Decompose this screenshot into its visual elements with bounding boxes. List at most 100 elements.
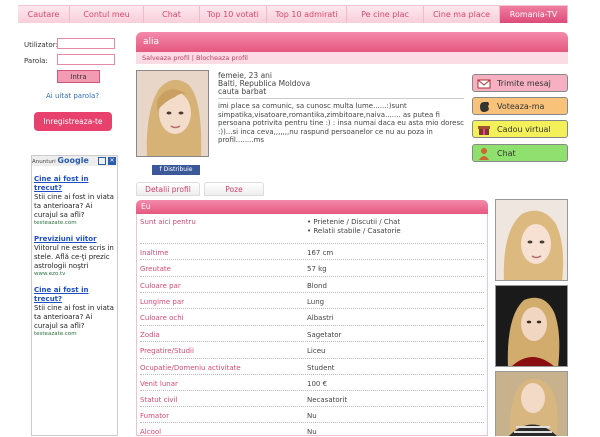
gallery-thumbnail[interactable]: [495, 371, 568, 436]
gallery-thumbnail[interactable]: [495, 285, 568, 367]
ad-title[interactable]: Cine ai fost in trecut?: [34, 175, 115, 193]
register-button[interactable]: Inregistreaza-te: [34, 112, 112, 131]
profile-description: imi place sa comunic, sa cunosc multa lu…: [218, 102, 464, 144]
detail-value: Student: [307, 364, 335, 372]
nav-tab[interactable]: Contul meu: [70, 6, 144, 23]
profile-tab[interactable]: Poze: [204, 182, 264, 196]
nav-tab[interactable]: Cautare: [18, 6, 70, 23]
detail-label: Alcool: [140, 428, 162, 436]
ad-item[interactable]: Cine ai fost in trecut? Stii cine ai fost…: [32, 175, 117, 226]
action-button-label: Voteaza-ma: [497, 102, 545, 111]
row-separator: [140, 422, 484, 423]
detail-value: Blond: [307, 282, 327, 290]
username-input[interactable]: [57, 38, 115, 49]
gallery-thumbnail[interactable]: [495, 199, 568, 281]
gallery-image: [496, 286, 567, 366]
profile-seeking: cauta barbat: [218, 87, 267, 96]
ads-close-icon[interactable]: ✕: [108, 157, 116, 165]
row-separator: [140, 243, 484, 244]
detail-label: Greutate: [140, 265, 171, 273]
detail-label: Venit lunar: [140, 380, 178, 388]
profile-actions[interactable]: Salveaza profil | Blocheaza profil: [136, 52, 568, 64]
row-separator: [140, 325, 484, 326]
divider: [218, 98, 464, 99]
detail-value: Necasatorit: [307, 396, 348, 404]
detail-value: • Prietenie / Discutii / Chat • Relatii …: [307, 218, 401, 235]
action-button[interactable]: Chat: [472, 144, 568, 162]
profile-tab[interactable]: Detalii profil: [136, 182, 200, 196]
ad-body: Stii cine ai fost in viata ta anterioara…: [34, 304, 114, 330]
share-label: Distribuie: [163, 166, 193, 173]
detail-label: Lungime par: [140, 298, 184, 306]
section-title: Eu: [136, 200, 488, 214]
ad-body: Viitorul ne este scris in stele. Află ce…: [34, 244, 114, 270]
action-button-label: Chat: [497, 149, 516, 158]
profile-photo[interactable]: [136, 70, 209, 157]
detail-label: Culoare ochi: [140, 314, 184, 322]
row-separator: [140, 358, 484, 359]
row-separator: [140, 390, 484, 391]
detail-label: Fumator: [140, 412, 170, 420]
detail-label: Zodia: [140, 331, 160, 339]
row-separator: [140, 276, 484, 277]
profile-name-bar: alia: [136, 32, 568, 52]
nav-tab[interactable]: Top 10 votati: [200, 6, 267, 23]
ad-url[interactable]: www.ezo.tv: [34, 271, 115, 277]
action-button[interactable]: Voteaza-ma: [472, 97, 568, 115]
password-label: Parola:: [24, 57, 48, 65]
action-button[interactable]: Cadou virtual: [472, 120, 568, 138]
ad-body: Stii cine ai fost in viata ta anterioara…: [34, 193, 114, 219]
action-button-label: Cadou virtual: [497, 125, 551, 134]
ad-title[interactable]: Previziuni viitor: [34, 235, 115, 244]
detail-value: 167 cm: [307, 249, 334, 257]
ads-header-label: Anunturi: [32, 159, 56, 165]
detail-value: Albastri: [307, 314, 334, 322]
action-button-label: Trimite mesaj: [497, 79, 551, 88]
detail-label: Statut civil: [140, 396, 178, 404]
nav-tab[interactable]: Top 10 admirati: [267, 6, 347, 23]
top-navigation: Cautare Contul meu Chat Top 10 votati Top 10…: [18, 5, 568, 23]
google-ads-panel: Anunturi Google ✕ Cine ai fost in trecut…: [31, 155, 118, 436]
username-label: Utilizator:: [24, 41, 58, 49]
gallery-image: [496, 200, 567, 280]
row-separator: [140, 406, 484, 407]
row-separator: [140, 374, 484, 375]
ad-url[interactable]: testeazate.com: [34, 220, 115, 226]
password-input[interactable]: [57, 54, 115, 65]
ad-item[interactable]: Previziuni viitor Viitorul ne este scris …: [32, 235, 117, 277]
google-logo: Google: [57, 156, 89, 165]
facebook-share-button[interactable]: f Distribuie: [152, 165, 200, 175]
detail-value: 100 €: [307, 380, 328, 388]
envelope-icon: [477, 77, 491, 90]
detail-label: Sunt aici pentru: [140, 218, 196, 226]
gallery-image: [496, 372, 567, 436]
nav-tab[interactable]: Chat: [144, 6, 200, 23]
profile-details-table: Sunt aici pentru • Prietenie / Discutii /…: [136, 214, 488, 436]
nav-tab[interactable]: Romania-TV: [500, 6, 568, 23]
nav-tab[interactable]: Pe cine plac: [347, 6, 424, 23]
hand-icon: [477, 100, 491, 113]
gift-icon: [477, 123, 491, 136]
action-button[interactable]: Trimite mesaj: [472, 74, 568, 92]
person-icon: [477, 147, 491, 160]
login-button[interactable]: Intra: [57, 70, 100, 83]
detail-value: Liceu: [307, 347, 326, 355]
profile-summary: femeie, 23 ani Balti, Republica Moldova …: [218, 72, 466, 96]
profile-photo-image: [137, 71, 208, 156]
row-separator: [140, 308, 484, 309]
ad-url[interactable]: testeazate.com: [34, 331, 115, 337]
ads-prev-icon[interactable]: [98, 157, 106, 165]
detail-label: Inaltime: [140, 249, 169, 257]
ad-item[interactable]: Cine ai fost in trecut? Stii cine ai fost…: [32, 286, 117, 337]
detail-value: Lung: [307, 298, 325, 306]
detail-value: Sagetator: [307, 331, 342, 339]
row-separator: [140, 292, 484, 293]
ad-title[interactable]: Cine ai fost in trecut?: [34, 286, 115, 304]
nav-tab[interactable]: Cine ma place: [424, 6, 500, 23]
detail-value: Nu: [307, 412, 317, 420]
row-separator: [140, 341, 484, 342]
detail-label: Pregatire/Studii: [140, 347, 194, 355]
row-separator: [140, 259, 484, 260]
detail-label: Culoare par: [140, 282, 181, 290]
forgot-password-link[interactable]: Ai uitat parola?: [46, 92, 99, 100]
